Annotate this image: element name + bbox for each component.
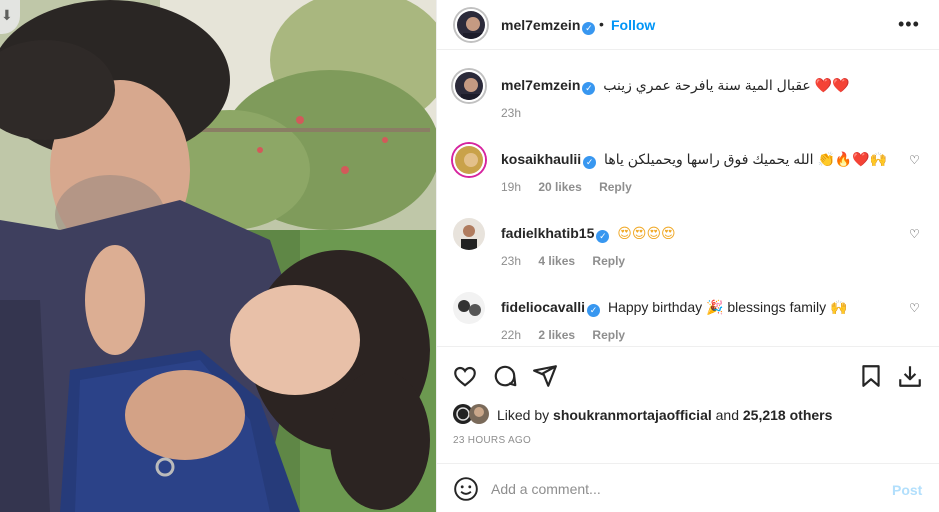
comment-line: fideliocavalli ✓ Happy birthday 🎉 blessin… xyxy=(501,299,847,317)
comment-line: fadielkhatib15 ✓ 😍😍😍😍 xyxy=(501,225,676,243)
add-comment-input[interactable] xyxy=(491,476,871,502)
post-view: ⬇ mel7emzein ✓ • Follow ••• mel7emzein ✓ ع… xyxy=(0,0,939,512)
comment-meta: 23h 4 likes Reply xyxy=(501,254,639,268)
save-icon[interactable] xyxy=(858,363,884,389)
like-comment-heart-icon[interactable]: ♡ xyxy=(909,153,920,167)
author-avatar[interactable] xyxy=(455,9,487,41)
caption-emoji: ❤️❤️ xyxy=(814,77,850,93)
comment-time[interactable]: 23h xyxy=(501,254,521,268)
comment-text: الله يحميك فوق راسها ويحميلكن ياها xyxy=(604,151,814,167)
comment-meta: 19h 20 likes Reply xyxy=(501,180,646,194)
caption-meta: 23h xyxy=(501,106,535,120)
comment-icon[interactable] xyxy=(492,363,518,389)
caption-avatar[interactable] xyxy=(453,70,485,102)
post-header: mel7emzein ✓ • Follow ••• xyxy=(437,0,939,50)
liked-by-prefix: Liked by xyxy=(497,407,550,423)
reply-button[interactable]: Reply xyxy=(592,328,625,342)
add-comment-bar: Post xyxy=(437,463,939,512)
comment-emoji: 😍😍😍😍 xyxy=(617,225,676,241)
post-photo[interactable]: ⬇ xyxy=(0,0,436,512)
caption-time[interactable]: 23h xyxy=(501,106,521,120)
verified-icon: ✓ xyxy=(582,82,596,95)
comment-emoji: 👏🔥❤️🙌 xyxy=(817,151,888,167)
photo-illustration xyxy=(0,0,436,512)
follow-button[interactable]: Follow xyxy=(611,17,655,33)
verified-icon: ✓ xyxy=(583,156,597,169)
commenter-avatar[interactable] xyxy=(453,218,485,250)
caption-line: mel7emzein ✓ عقبال المية سنة يافرحة عمري … xyxy=(501,77,850,95)
heart-icon[interactable] xyxy=(452,363,478,389)
verified-icon: ✓ xyxy=(582,22,596,35)
more-options-icon[interactable]: ••• xyxy=(898,14,920,35)
commenter-avatar[interactable] xyxy=(453,292,485,324)
comment-text: Happy birthday 🎉 blessings family 🙌 xyxy=(607,299,848,315)
verified-icon: ✓ xyxy=(587,304,601,317)
comment-username[interactable]: kosaikhaulii ✓ xyxy=(501,151,597,169)
comment-time[interactable]: 22h xyxy=(501,328,521,342)
caption-username[interactable]: mel7emzein ✓ xyxy=(501,77,596,95)
separator-dot: • xyxy=(599,16,604,32)
reply-button[interactable]: Reply xyxy=(592,254,625,268)
emoji-icon[interactable] xyxy=(453,476,479,505)
comments-list: mel7emzein ✓ عقبال المية سنة يافرحة عمري … xyxy=(437,50,939,346)
reply-button[interactable]: Reply xyxy=(599,180,632,194)
liked-by-others[interactable]: 25,218 others xyxy=(743,407,833,423)
comment-username[interactable]: fadielkhatib15 ✓ xyxy=(501,225,610,243)
comment-likes[interactable]: 2 likes xyxy=(538,328,575,342)
comment-line: kosaikhaulii ✓ الله يحميك فوق راسها ويحمي… xyxy=(501,151,887,169)
liked-by-line: Liked by shoukranmortajaofficial and 25,… xyxy=(497,407,832,423)
author-username[interactable]: mel7emzein ✓ xyxy=(501,17,596,35)
post-timestamp[interactable]: 23 HOURS AGO xyxy=(453,435,531,446)
verified-icon: ✓ xyxy=(596,230,610,243)
comment-likes[interactable]: 4 likes xyxy=(538,254,575,268)
download-icon[interactable] xyxy=(897,363,923,389)
liked-by-and: and xyxy=(715,407,739,423)
like-comment-heart-icon[interactable]: ♡ xyxy=(909,301,920,315)
comment-meta: 22h 2 likes Reply xyxy=(501,328,639,342)
comment-time[interactable]: 19h xyxy=(501,180,521,194)
post-details: mel7emzein ✓ • Follow ••• mel7emzein ✓ عقب… xyxy=(436,0,939,512)
comment-username[interactable]: fideliocavalli ✓ xyxy=(501,299,601,317)
share-icon[interactable] xyxy=(532,363,558,389)
liked-by-user[interactable]: shoukranmortajaofficial xyxy=(553,407,712,423)
caption-text: عقبال المية سنة يافرحة عمري زينب xyxy=(603,77,811,93)
commenter-avatar[interactable] xyxy=(453,144,485,176)
comment-likes[interactable]: 20 likes xyxy=(538,180,581,194)
post-button[interactable]: Post xyxy=(892,482,922,498)
like-comment-heart-icon[interactable]: ♡ xyxy=(909,227,920,241)
liker-avatar[interactable] xyxy=(469,404,489,424)
